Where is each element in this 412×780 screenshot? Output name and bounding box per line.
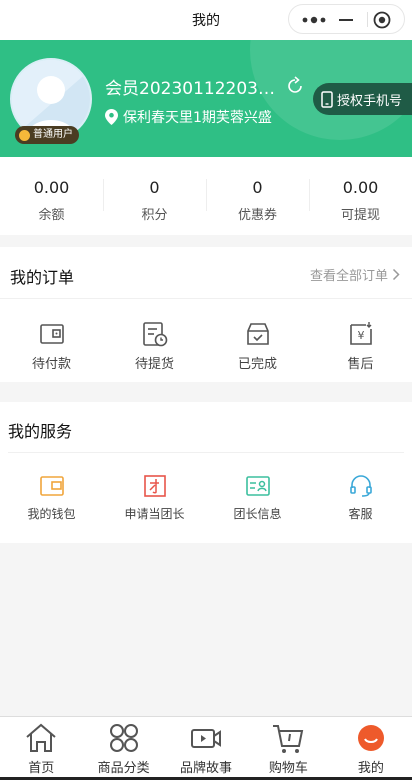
- order-after-sales[interactable]: ¥ 售后: [309, 299, 412, 372]
- yen-box-icon: ¥: [349, 322, 372, 345]
- location-pin-icon: [105, 109, 118, 125]
- stat-points[interactable]: 0 积分: [103, 157, 206, 235]
- stat-value: 0: [149, 178, 160, 197]
- tab-mine[interactable]: 我的: [330, 717, 412, 780]
- member-level-badge: 普通用户: [15, 126, 79, 144]
- profile-icon: [357, 725, 384, 751]
- services-title: 我的服务: [8, 422, 73, 441]
- tab-label: 首页: [28, 761, 55, 776]
- bottom-tab-bar: 首页 商品分类 品牌故事 购物车 我的: [0, 716, 412, 780]
- stat-withdrawable[interactable]: 0.00 可提现: [309, 157, 412, 235]
- stat-label: 可提现: [340, 208, 380, 223]
- tab-label: 商品分类: [97, 761, 150, 776]
- order-status-label: 售后: [347, 357, 374, 372]
- orders-title: 我的订单: [10, 268, 75, 287]
- location-row[interactable]: 保利春天里1期芙蓉兴盛: [105, 107, 272, 127]
- order-pending-pickup[interactable]: 待提货: [103, 299, 206, 372]
- orders-header: 我的订单 查看全部订单: [0, 247, 412, 299]
- tab-home[interactable]: 首页: [0, 717, 82, 780]
- order-status-row: 待付款 待提货 已完成 ¥ 售后: [0, 299, 412, 372]
- service-label: 我的钱包: [27, 507, 76, 521]
- my-orders-section: 我的订单 查看全部订单 待付款 待提货 已完成 ¥ 售后: [0, 247, 412, 382]
- wallet-icon: [39, 324, 64, 344]
- box-check-icon: [246, 323, 269, 345]
- cart-icon: [273, 725, 304, 753]
- stat-value: 0.00: [33, 178, 70, 197]
- my-services-section: 我的服务 我的钱包 申请当团长 团长信息 客服: [0, 402, 412, 543]
- order-status-label: 待付款: [31, 357, 71, 372]
- authorize-phone-button[interactable]: 授权手机号: [313, 83, 412, 115]
- refresh-icon[interactable]: [285, 76, 305, 96]
- service-apply-leader[interactable]: 申请当团长: [103, 453, 206, 522]
- wallet-icon: [39, 476, 64, 496]
- service-label: 申请当团长: [124, 507, 185, 521]
- vip-icon: [19, 129, 30, 141]
- id-card-icon: [245, 476, 270, 496]
- stat-label: 余额: [38, 208, 65, 223]
- headset-icon: [349, 475, 372, 497]
- title-bar: 我的: [0, 0, 412, 40]
- tab-label: 购物车: [268, 761, 308, 776]
- video-icon: [191, 729, 222, 748]
- apply-icon: [143, 475, 166, 497]
- category-icon: [109, 724, 138, 752]
- tab-cart[interactable]: 购物车: [247, 717, 329, 780]
- order-status-label: 待提货: [134, 357, 174, 372]
- service-my-wallet[interactable]: 我的钱包: [0, 453, 103, 522]
- profile-header: 普通用户 会员2023011220392… 保利春天里1期芙蓉兴盛 授权手机号: [0, 40, 412, 157]
- service-leader-info[interactable]: 团长信息: [206, 453, 309, 522]
- tab-brand-story[interactable]: 品牌故事: [165, 717, 247, 780]
- account-stats: 0.00 余额 0 积分 0 优惠券 0.00 可提现: [0, 157, 412, 235]
- order-completed[interactable]: 已完成: [206, 299, 309, 372]
- stat-balance[interactable]: 0.00 余额: [0, 157, 103, 235]
- more-icon[interactable]: [301, 13, 327, 27]
- miniprogram-capsule: [288, 4, 405, 34]
- member-level-label: 普通用户: [33, 129, 73, 140]
- phone-icon: [321, 90, 333, 108]
- chevron-right-icon: [392, 268, 400, 281]
- svg-text:¥: ¥: [357, 329, 364, 342]
- order-pending-payment[interactable]: 待付款: [0, 299, 103, 372]
- home-icon: [26, 723, 56, 752]
- services-row: 我的钱包 申请当团长 团长信息 客服: [0, 453, 412, 522]
- service-label: 客服: [348, 507, 373, 521]
- tab-label: 品牌故事: [180, 761, 233, 776]
- clipboard-clock-icon: [142, 322, 167, 347]
- username: 会员2023011220392…: [105, 79, 280, 99]
- service-label: 团长信息: [233, 507, 282, 521]
- minimize-icon[interactable]: [339, 19, 353, 21]
- close-target-icon[interactable]: [373, 11, 391, 29]
- service-customer-support[interactable]: 客服: [309, 453, 412, 522]
- services-header: 我的服务: [8, 402, 404, 453]
- stat-value: 0.00: [342, 178, 379, 197]
- stat-value: 0: [252, 178, 263, 197]
- tab-label: 我的: [357, 761, 384, 776]
- capsule-divider: [367, 12, 368, 27]
- authorize-phone-label: 授权手机号: [337, 93, 403, 109]
- view-all-orders-label: 查看全部订单: [309, 269, 388, 284]
- location-text: 保利春天里1期芙蓉兴盛: [123, 110, 272, 126]
- tab-categories[interactable]: 商品分类: [82, 717, 164, 780]
- stat-coupons[interactable]: 0 优惠券: [206, 157, 309, 235]
- stat-label: 优惠券: [237, 208, 277, 223]
- stat-label: 积分: [141, 208, 168, 223]
- view-all-orders-link[interactable]: 查看全部订单: [310, 265, 400, 284]
- order-status-label: 已完成: [237, 357, 277, 372]
